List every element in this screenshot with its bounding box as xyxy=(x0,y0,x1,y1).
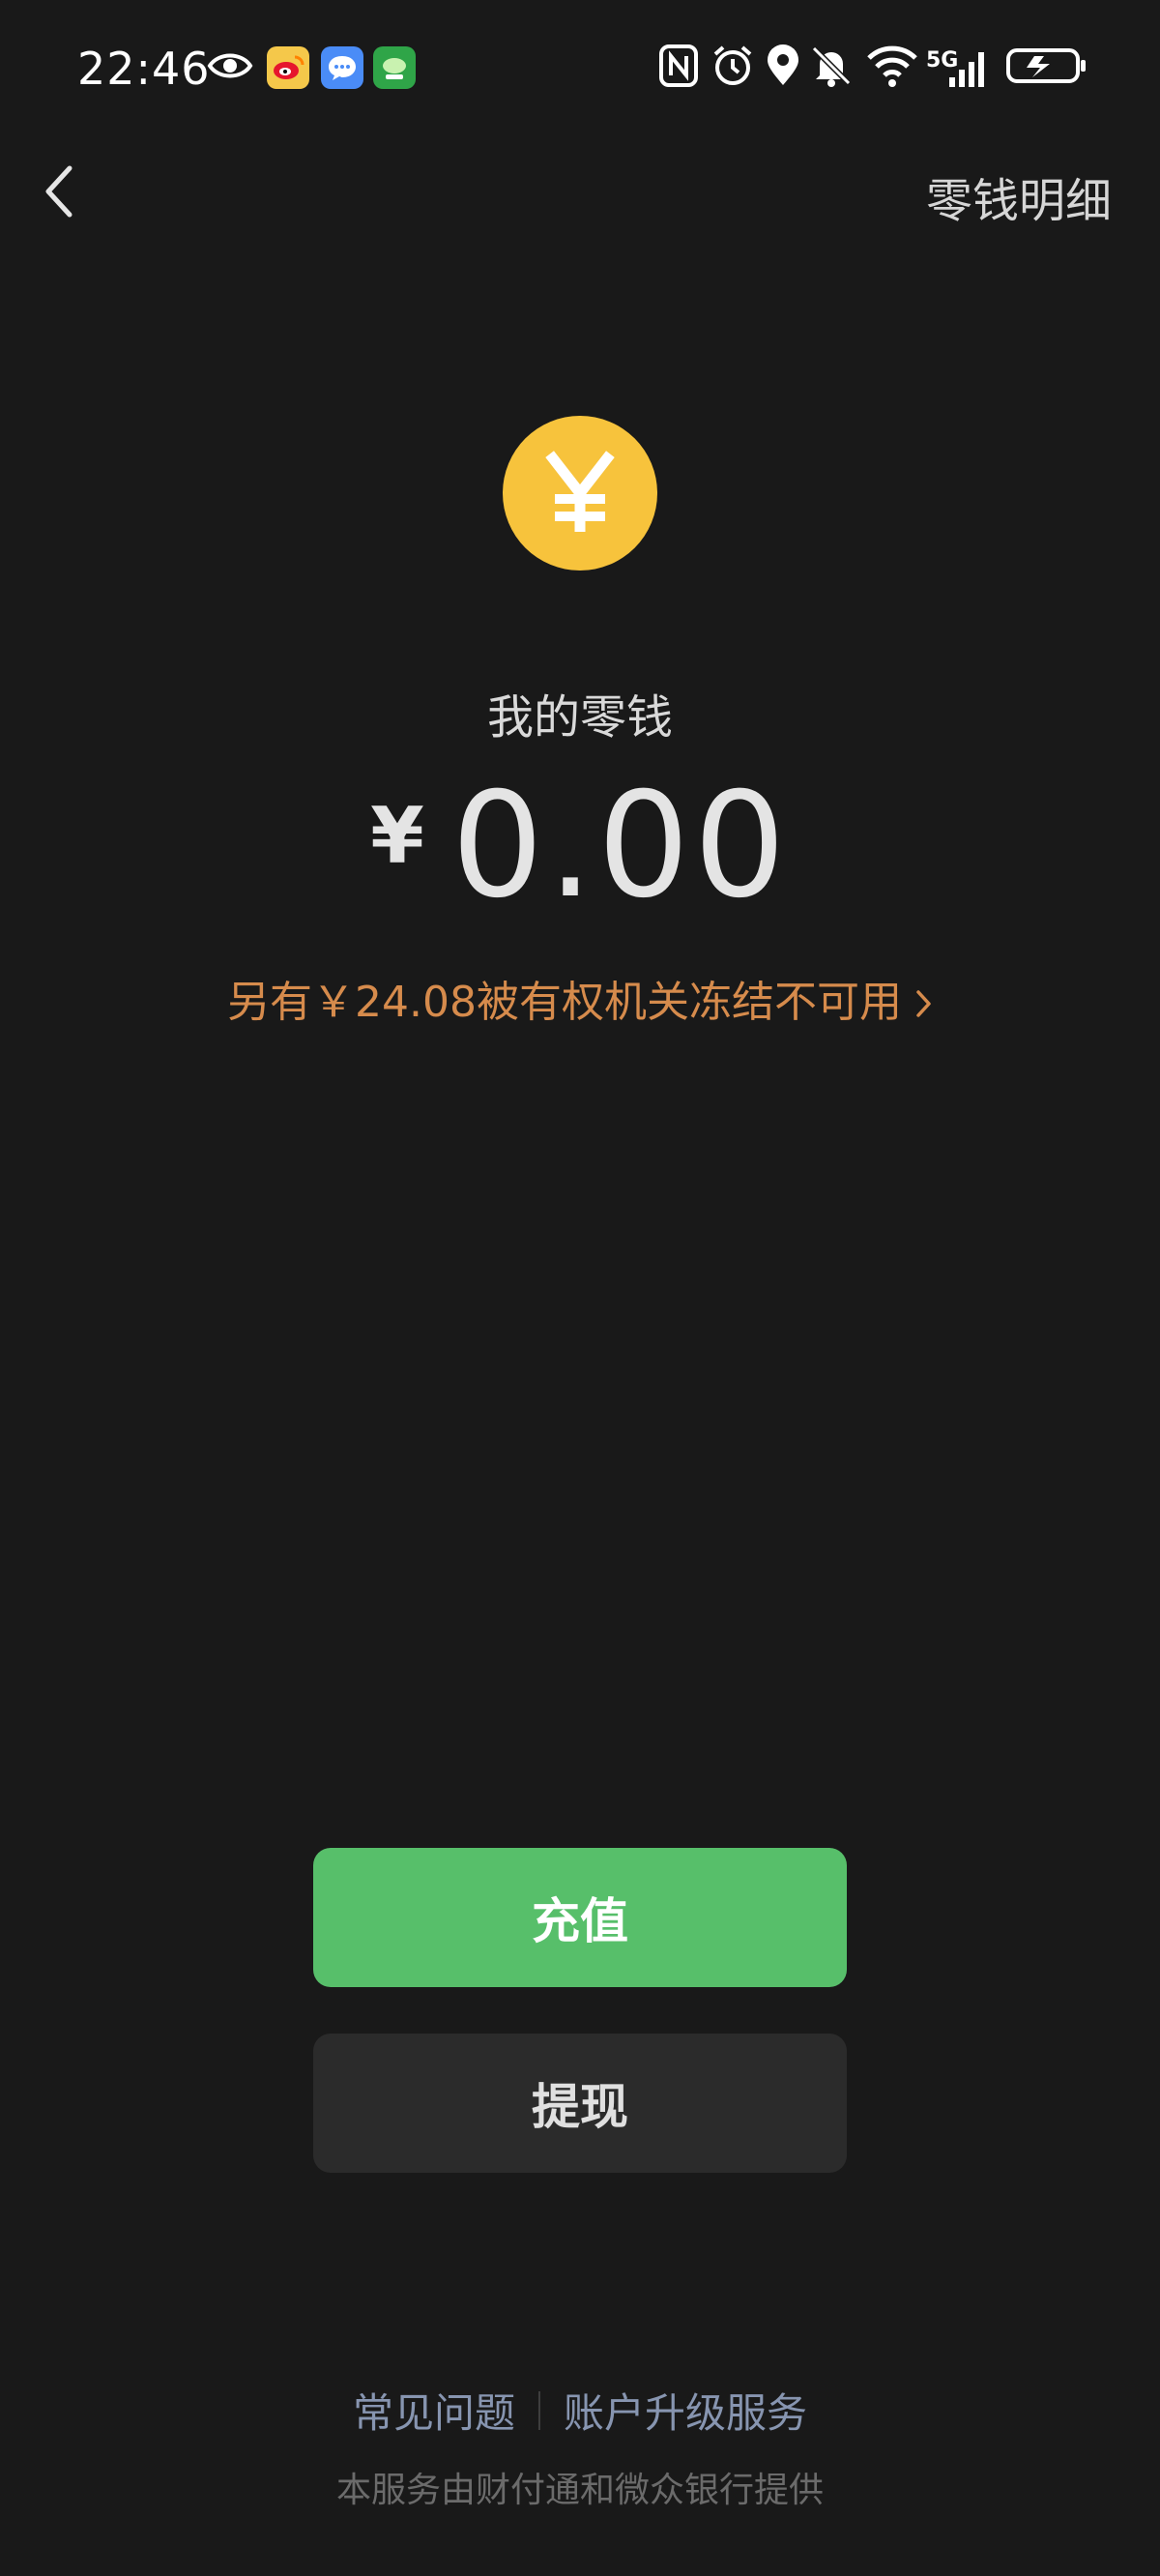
balance-display: ¥ 0.00 xyxy=(0,774,1160,919)
eye-icon xyxy=(207,53,253,78)
withdraw-button[interactable]: 提现 xyxy=(313,2034,847,2173)
weibo-icon xyxy=(267,46,309,89)
balance-label: 我的零钱 xyxy=(486,690,673,745)
location-icon xyxy=(768,44,798,85)
status-time: 22:46 xyxy=(77,43,211,95)
signal-icon xyxy=(949,52,984,87)
coin-icon xyxy=(503,416,657,571)
footer-divider xyxy=(538,2390,540,2430)
mute-icon xyxy=(811,45,852,87)
footer-links: 常见问题 账户升级服务 xyxy=(0,2381,1160,2440)
recharge-button[interactable]: 充值 xyxy=(313,1848,847,1987)
app-icon xyxy=(373,46,416,89)
service-provider-note: 本服务由财付通和微众银行提供 xyxy=(335,2471,824,2510)
frozen-funds-notice[interactable]: 另有￥24.08被有权机关冻结不可用 xyxy=(0,967,1160,1030)
battery-charging-icon xyxy=(1006,48,1086,83)
chevron-right-icon xyxy=(915,981,933,1030)
currency-symbol: ¥ xyxy=(370,791,424,881)
wifi-icon xyxy=(867,45,917,87)
faq-link[interactable]: 常见问题 xyxy=(353,2381,515,2440)
chevron-left-icon xyxy=(45,165,72,218)
frozen-funds-text: 另有￥24.08被有权机关冻结不可用 xyxy=(227,978,902,1027)
account-upgrade-link[interactable]: 账户升级服务 xyxy=(564,2381,807,2440)
nfc-icon xyxy=(659,44,698,87)
alarm-icon xyxy=(713,45,752,85)
message-icon xyxy=(321,46,363,89)
balance-amount: 0.00 xyxy=(450,762,790,930)
status-bar: 22:46 5G xyxy=(0,0,1160,145)
back-button[interactable] xyxy=(29,155,87,228)
transaction-details-link[interactable]: 零钱明细 xyxy=(926,162,1112,230)
